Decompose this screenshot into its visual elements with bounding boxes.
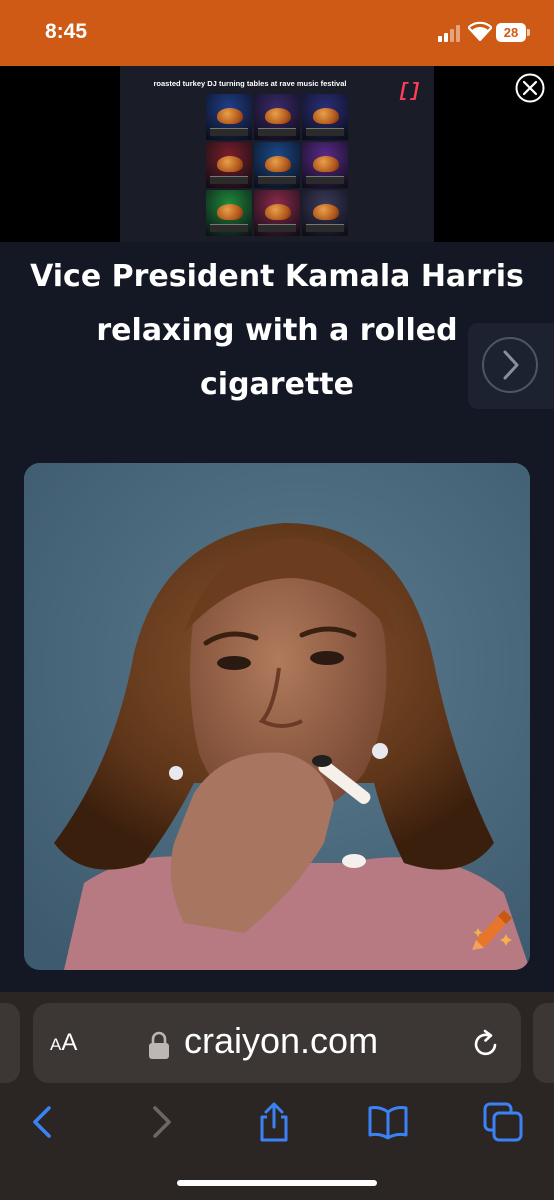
reader-label-small: A (50, 1035, 62, 1054)
ad-image-tile (302, 142, 348, 188)
ad-image-tile (254, 142, 300, 188)
status-bar: 8:45 28 (0, 0, 554, 66)
wifi-icon (468, 21, 492, 41)
cellular-signal-icon (438, 24, 464, 42)
ad-image-tile (302, 190, 348, 236)
back-icon[interactable] (20, 1100, 64, 1144)
battery-icon: 28 (496, 23, 530, 42)
craiyon-logo: [] (398, 80, 421, 102)
bookmarks-icon[interactable] (366, 1100, 410, 1144)
status-time: 8:45 (45, 20, 88, 43)
reader-mode-button[interactable]: AA (50, 1029, 77, 1057)
ad-caption: roasted turkey DJ turning tables at rave… (153, 79, 347, 88)
ad-image-grid (206, 94, 350, 238)
ad-image-tile (206, 190, 252, 236)
tabs-icon[interactable] (481, 1100, 525, 1144)
share-icon[interactable] (252, 1100, 296, 1144)
crayon-icon (472, 910, 512, 950)
url-text[interactable]: craiyon.com (184, 1020, 378, 1062)
ad-image-tile (206, 94, 252, 140)
ad-image-tile (206, 142, 252, 188)
ad-image-tile (302, 94, 348, 140)
previous-tab-peek[interactable] (0, 1003, 20, 1083)
ad-banner: roasted turkey DJ turning tables at rave… (0, 66, 554, 242)
reload-icon[interactable] (470, 1028, 502, 1060)
page-title: Vice President Kamala Harris relaxing wi… (30, 259, 524, 402)
forward-icon[interactable] (140, 1100, 184, 1144)
ad-image-tile (254, 94, 300, 140)
next-tab-peek[interactable] (533, 1003, 554, 1083)
reader-label-large: A (61, 1029, 78, 1056)
chevron-right-icon[interactable] (481, 336, 539, 394)
portrait-illustration (24, 463, 530, 970)
battery-level: 28 (496, 23, 526, 42)
ad-image-tile (254, 190, 300, 236)
ad-creative[interactable]: roasted turkey DJ turning tables at rave… (120, 66, 434, 242)
home-indicator[interactable] (177, 1180, 377, 1186)
close-icon[interactable] (515, 73, 545, 103)
generated-image[interactable] (24, 463, 530, 970)
lock-icon (149, 1031, 169, 1059)
